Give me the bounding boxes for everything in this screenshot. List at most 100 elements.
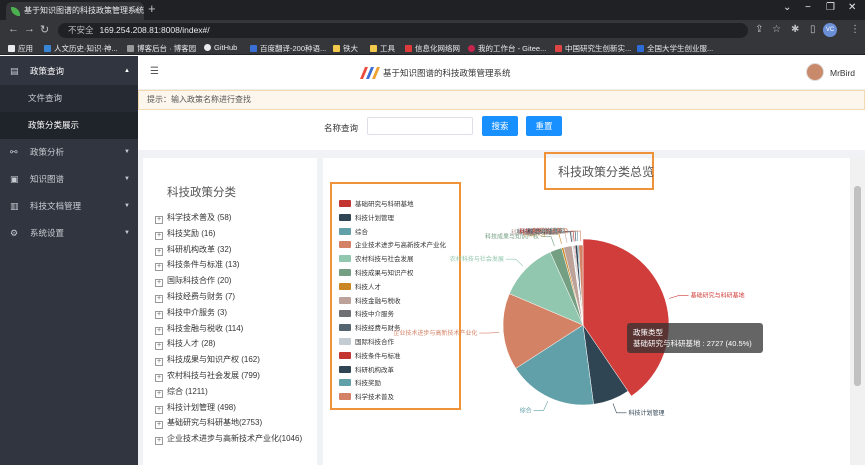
pie-label-line: [668, 295, 689, 299]
expand-icon[interactable]: +: [155, 342, 163, 351]
tree-item[interactable]: + 科技条件与标准 (13): [155, 257, 302, 273]
search-input[interactable]: [367, 117, 473, 135]
pie-slice-label: 科技计划管理: [629, 409, 665, 417]
username[interactable]: MrBird: [830, 68, 855, 78]
tree-item[interactable]: + 科研机构改革 (32): [155, 242, 302, 258]
menu-dots-icon[interactable]: ⋮: [850, 24, 860, 35]
tree-item[interactable]: + 科技奖励 (16): [155, 226, 302, 242]
bookmark-item[interactable]: 信息化网络网: [405, 43, 460, 54]
expand-icon[interactable]: +: [155, 247, 163, 256]
search-button[interactable]: 搜索: [482, 116, 518, 136]
chevron-down-icon: ▼: [124, 203, 130, 209]
sidebar-item-policy-query[interactable]: ▤ 政策查询 ▲: [0, 58, 138, 85]
tree-item[interactable]: + 科技中介服务 (3): [155, 305, 302, 321]
reset-button[interactable]: 重置: [526, 116, 562, 136]
new-tab-icon[interactable]: +: [148, 1, 156, 16]
tree-item-label: 企业技术进步与高新技术产业化(1046): [167, 434, 303, 444]
tree-item[interactable]: + 农村科技与社会发展 (799): [155, 368, 302, 384]
bookmark-item[interactable]: 我的工作台 - Gitee...: [468, 43, 546, 54]
sidebar-item-knowledge-graph[interactable]: ▣ 知识图谱 ▼: [0, 166, 138, 193]
expand-icon[interactable]: +: [155, 326, 163, 335]
bookmark-item[interactable]: 应用: [8, 43, 33, 54]
expand-icon[interactable]: +: [155, 216, 163, 224]
github-icon: [204, 44, 211, 51]
back-icon[interactable]: ←: [8, 23, 19, 35]
tree-item[interactable]: + 科技人才 (28): [155, 336, 302, 352]
folder-icon: [333, 45, 340, 52]
bookmark-item[interactable]: 铁大: [333, 43, 358, 54]
close-icon[interactable]: ×: [134, 2, 139, 20]
tree-item[interactable]: + 科技成果与知识产权 (162): [155, 352, 302, 368]
scroll-thumb[interactable]: [854, 186, 861, 386]
sidebar-item-settings[interactable]: ⚙ 系统设置 ▼: [0, 220, 138, 247]
expand-icon[interactable]: +: [155, 231, 163, 240]
tree-item-label: 基础研究与科研基地(2753): [167, 418, 263, 428]
site-icon: [127, 45, 134, 52]
hint-bar: 提示：输入政策名称进行查找: [138, 90, 865, 110]
insecure-label: 不安全: [68, 25, 94, 35]
category-tree: + 科学技术普及 (58) + 科技奖励 (16) + 科研机构改革 (32) + 科技条件与…: [155, 210, 302, 447]
tree-item[interactable]: + 科学技术普及 (58): [155, 210, 302, 226]
tree-item-label: 科技条件与标准 (13): [167, 260, 240, 270]
sidebar-item-label: 政策分类展示: [28, 120, 80, 130]
reload-icon[interactable]: ↻: [40, 23, 49, 36]
sidebar-item-policy-category[interactable]: 政策分类展示: [0, 112, 138, 139]
maximize-icon[interactable]: ❐: [826, 2, 835, 13]
analysis-icon: ⚯: [10, 147, 18, 157]
sidebar-item-policy-analysis[interactable]: ⚯ 政策分析 ▼: [0, 139, 138, 166]
expand-icon[interactable]: +: [155, 389, 163, 398]
chevron-down-icon[interactable]: ⌄: [783, 2, 791, 13]
chevron-down-icon: ▼: [124, 230, 130, 236]
search-label: 名称查询: [324, 123, 359, 133]
forward-icon[interactable]: →: [24, 23, 35, 35]
bookmark-item[interactable]: 百度翻译-200种语...: [250, 43, 326, 54]
expand-icon[interactable]: +: [155, 310, 163, 319]
expand-icon[interactable]: +: [155, 294, 163, 303]
bookmark-item[interactable]: GitHub: [204, 43, 237, 52]
expand-icon[interactable]: +: [155, 405, 163, 414]
chart-panel: 科技政策分类总览 基础研究与科研基地 科技计划管理 综合 企业技术进步与高新技术产业化…: [323, 152, 865, 465]
close-window-icon[interactable]: ✕: [848, 2, 856, 13]
app-header: ☰ 基于知识图谱的科技政策管理系统 MrBird: [138, 56, 865, 90]
share-icon[interactable]: ⇪: [755, 24, 763, 35]
pie-label-line: [479, 331, 500, 334]
browser-tab[interactable]: 基于知识图谱的科技政策管理系统 ×: [6, 2, 144, 20]
tree-item-label: 科技计划管理 (498): [167, 402, 236, 412]
expand-icon[interactable]: +: [155, 437, 163, 446]
tree-item[interactable]: + 科技计划管理 (498): [155, 400, 302, 416]
site-icon: [637, 45, 644, 52]
apps-icon: [8, 45, 15, 52]
tree-item[interactable]: + 科技经费与财务 (7): [155, 289, 302, 305]
tree-item[interactable]: + 基础研究与科研基地(2753): [155, 415, 302, 431]
tree-item[interactable]: + 综合 (1211): [155, 384, 302, 400]
avatar[interactable]: [806, 63, 824, 81]
tree-item[interactable]: + 科技金融与税收 (114): [155, 321, 302, 337]
tree-item[interactable]: + 国际科技合作 (20): [155, 273, 302, 289]
tree-item[interactable]: + 企业技术进步与高新技术产业化(1046): [155, 431, 302, 447]
bookmark-item[interactable]: 人文历史·知识·神...: [44, 43, 118, 54]
expand-icon[interactable]: +: [155, 279, 163, 288]
site-icon: [44, 45, 51, 52]
sidebar-item-label: 知识图谱: [30, 174, 65, 184]
expand-icon[interactable]: +: [155, 373, 163, 382]
pie-slice-label: 农村科技与社会发展: [450, 255, 504, 263]
minimize-icon[interactable]: −: [805, 2, 811, 13]
sidebar-item-doc-management[interactable]: ▥ 科技文档管理 ▼: [0, 193, 138, 220]
bookmark-item[interactable]: 中国研究生创新实...: [555, 43, 631, 54]
bookmark-item[interactable]: 博客后台 · 博客园: [127, 43, 196, 54]
expand-icon[interactable]: +: [155, 263, 163, 272]
extensions-icon[interactable]: ✱: [791, 24, 799, 35]
sidebar-item-file-query[interactable]: 文件查询: [0, 85, 138, 112]
menu-toggle-icon[interactable]: ☰: [150, 66, 159, 77]
url-input[interactable]: 不安全 169.254.208.81:8008/index#/: [58, 23, 748, 38]
star-icon[interactable]: ☆: [772, 24, 781, 35]
bookmark-item[interactable]: 工具: [370, 43, 395, 54]
expand-icon[interactable]: +: [155, 358, 163, 367]
sidepanel-icon[interactable]: ▯: [810, 24, 816, 35]
tree-item-label: 国际科技合作 (20): [167, 276, 232, 286]
profile-icon[interactable]: VC: [823, 23, 837, 37]
leaf-icon: [11, 7, 20, 16]
expand-icon[interactable]: +: [155, 421, 163, 430]
scrollbar[interactable]: [850, 158, 865, 465]
bookmark-item[interactable]: 全国大学生创业服...: [637, 43, 713, 54]
